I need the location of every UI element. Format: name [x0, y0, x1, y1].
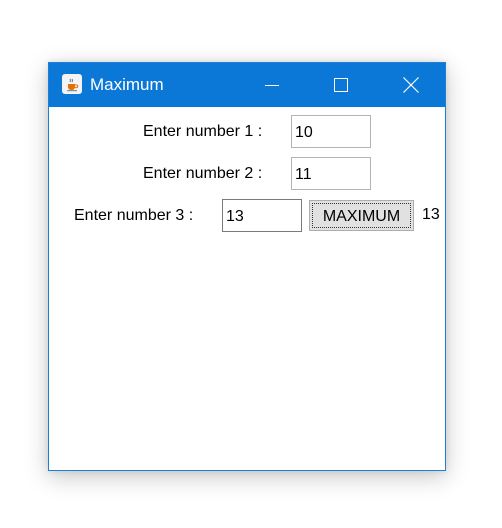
close-icon: [403, 77, 419, 93]
app-window: Maximum Enter number 1 : Enter number 2 …: [48, 62, 446, 471]
number3-input[interactable]: [222, 199, 302, 232]
number2-input[interactable]: [291, 157, 371, 190]
number1-input[interactable]: [291, 115, 371, 148]
number1-label: Enter number 1 :: [143, 123, 263, 140]
minimize-button[interactable]: [249, 63, 295, 107]
maximize-button[interactable]: [318, 63, 364, 107]
window-title: Maximum: [90, 75, 164, 94]
close-button[interactable]: [388, 63, 434, 107]
java-coffee-cup-icon[interactable]: [62, 74, 82, 94]
result-label: 13: [422, 206, 440, 223]
minimize-icon: [265, 85, 279, 86]
number2-label: Enter number 2 :: [143, 165, 263, 182]
maximize-icon: [334, 78, 348, 92]
number3-label: Enter number 3 :: [74, 207, 194, 224]
maximum-button[interactable]: MAXIMUM: [309, 200, 414, 231]
title-bar[interactable]: Maximum: [49, 63, 445, 107]
maximum-button-label: MAXIMUM: [312, 203, 411, 228]
